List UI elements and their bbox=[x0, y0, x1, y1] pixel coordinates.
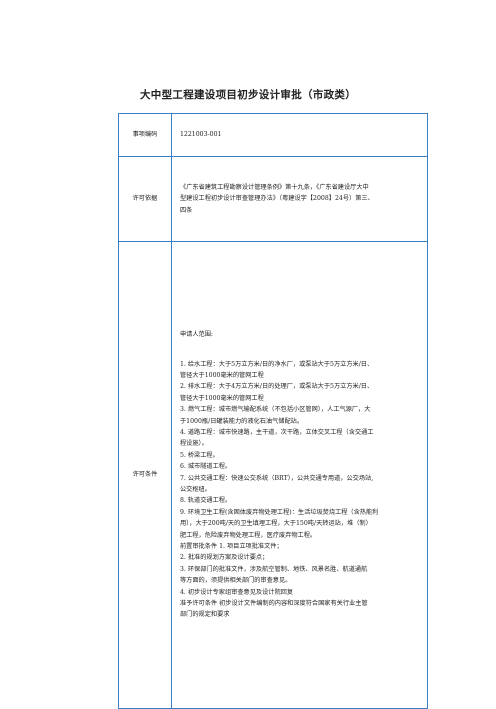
text-line: 6. 城市隧道工程。 bbox=[180, 463, 232, 471]
text-line: 管径大于1000毫米的管网工程 bbox=[180, 394, 264, 402]
text-line: 5. 桥梁工程。 bbox=[180, 451, 219, 459]
text-line: 4. 初步设计专家组审查意见及设计院回复 bbox=[180, 588, 294, 596]
row-content: 1221003-001 bbox=[171, 113, 428, 157]
text-line: 于1000瓶/日罐装能力的液化石油气储配站。 bbox=[180, 417, 304, 425]
text-line: 9. 环境卫生工程(含固体废弃物处理工程)：生活垃圾焚烧工程（含热能利 bbox=[180, 508, 379, 516]
document-page: 大中型工程建设项目初步设计审批（市政类） 事项编码 1221003-001 许可… bbox=[0, 0, 496, 709]
row-content: 《广东省建筑工程勘察设计管理条例》第十九条，《广东省建设厅大中 型建设工程初步设… bbox=[171, 156, 428, 242]
text-line: 2. 批准的规划方案及设计要点； bbox=[180, 554, 269, 562]
text-line: 四条 bbox=[180, 206, 193, 214]
text-line: 公交枢纽。 bbox=[180, 486, 211, 493]
text-line: 用），大于200吨/天的卫生填埋工程，大于150吨/天转运站，堆（制） bbox=[180, 520, 372, 528]
text-line: 8. 轨道交通工程。 bbox=[180, 497, 232, 505]
text-line: 前置审批条件 1. 项目立项批准文件； bbox=[180, 543, 283, 551]
table-row-conditions: 许可条件 申请人范围: 1. 给水工程：大于5万立方米/日的净水厂，或泵站大于5… bbox=[118, 241, 428, 709]
text-line: 4. 道路工程：城市快速路，主干道，次干路，立体交叉工程（含交通工 bbox=[180, 428, 374, 436]
row-label: 许可依据 bbox=[118, 156, 172, 242]
item-code-value: 1221003-001 bbox=[180, 131, 222, 139]
document-title: 大中型工程建设项目初步设计审批（市政类） bbox=[140, 89, 356, 101]
approval-info-table: 事项编码 1221003-001 许可依据 《广东省建筑工程勘察设计管理条例》第… bbox=[118, 113, 428, 709]
text-line: 等方面的，须提供相关部门的审查意见。 bbox=[180, 577, 292, 585]
row-label: 事项编码 bbox=[118, 113, 172, 157]
text-line: 1. 给水工程：大于5万立方米/日的净水厂，或泵站大于5万立方米/日、 bbox=[180, 360, 374, 368]
text-line: 管径大于1000毫米的管网工程 bbox=[180, 371, 264, 379]
text-line: 型建设工程初步设计审查管理办法》（粤建设字【2008】24号）第三、 bbox=[180, 195, 374, 203]
text-line: 部门的规定和要求 bbox=[180, 611, 230, 619]
applicant-scope-heading: 申请人范围: bbox=[180, 331, 214, 339]
text-line: 《广东省建筑工程勘察设计管理条例》第十九条，《广东省建设厅大中 bbox=[180, 183, 369, 191]
text-line: 3. 燃气工程：城市燃气输配系统（不包括小区管网），人工气源厂，大 bbox=[180, 406, 371, 414]
text-line: 2. 排水工程：大于4万立方米/日的处理厂，或泵站大于5万立方米/日、 bbox=[180, 383, 374, 391]
text-line: 3. 环保部门的批准文件，涉及航空管制、地铁、风景名胜、航道通航 bbox=[180, 565, 368, 573]
row-label: 许可条件 bbox=[118, 241, 172, 709]
table-row-item-code: 事项编码 1221003-001 bbox=[118, 113, 428, 157]
row-content: 申请人范围: 1. 给水工程：大于5万立方米/日的净水厂，或泵站大于5万立方米/… bbox=[171, 241, 428, 709]
text-line: 准予许可条件 初步设计文件编制的内容和深度符合国家有关行业主管 bbox=[180, 600, 368, 608]
table-row-legal-basis: 许可依据 《广东省建筑工程勘察设计管理条例》第十九条，《广东省建设厅大中 型建设… bbox=[118, 156, 428, 242]
text-line: 程设施）。 bbox=[180, 440, 208, 448]
text-line: 7. 公共交通工程：快速公交系统（BRT），公共交通专用道，公交场站, bbox=[180, 474, 374, 482]
text-line: 肥工程，危险废弃物处理工程，医疗废弃物工程。 bbox=[180, 531, 317, 539]
